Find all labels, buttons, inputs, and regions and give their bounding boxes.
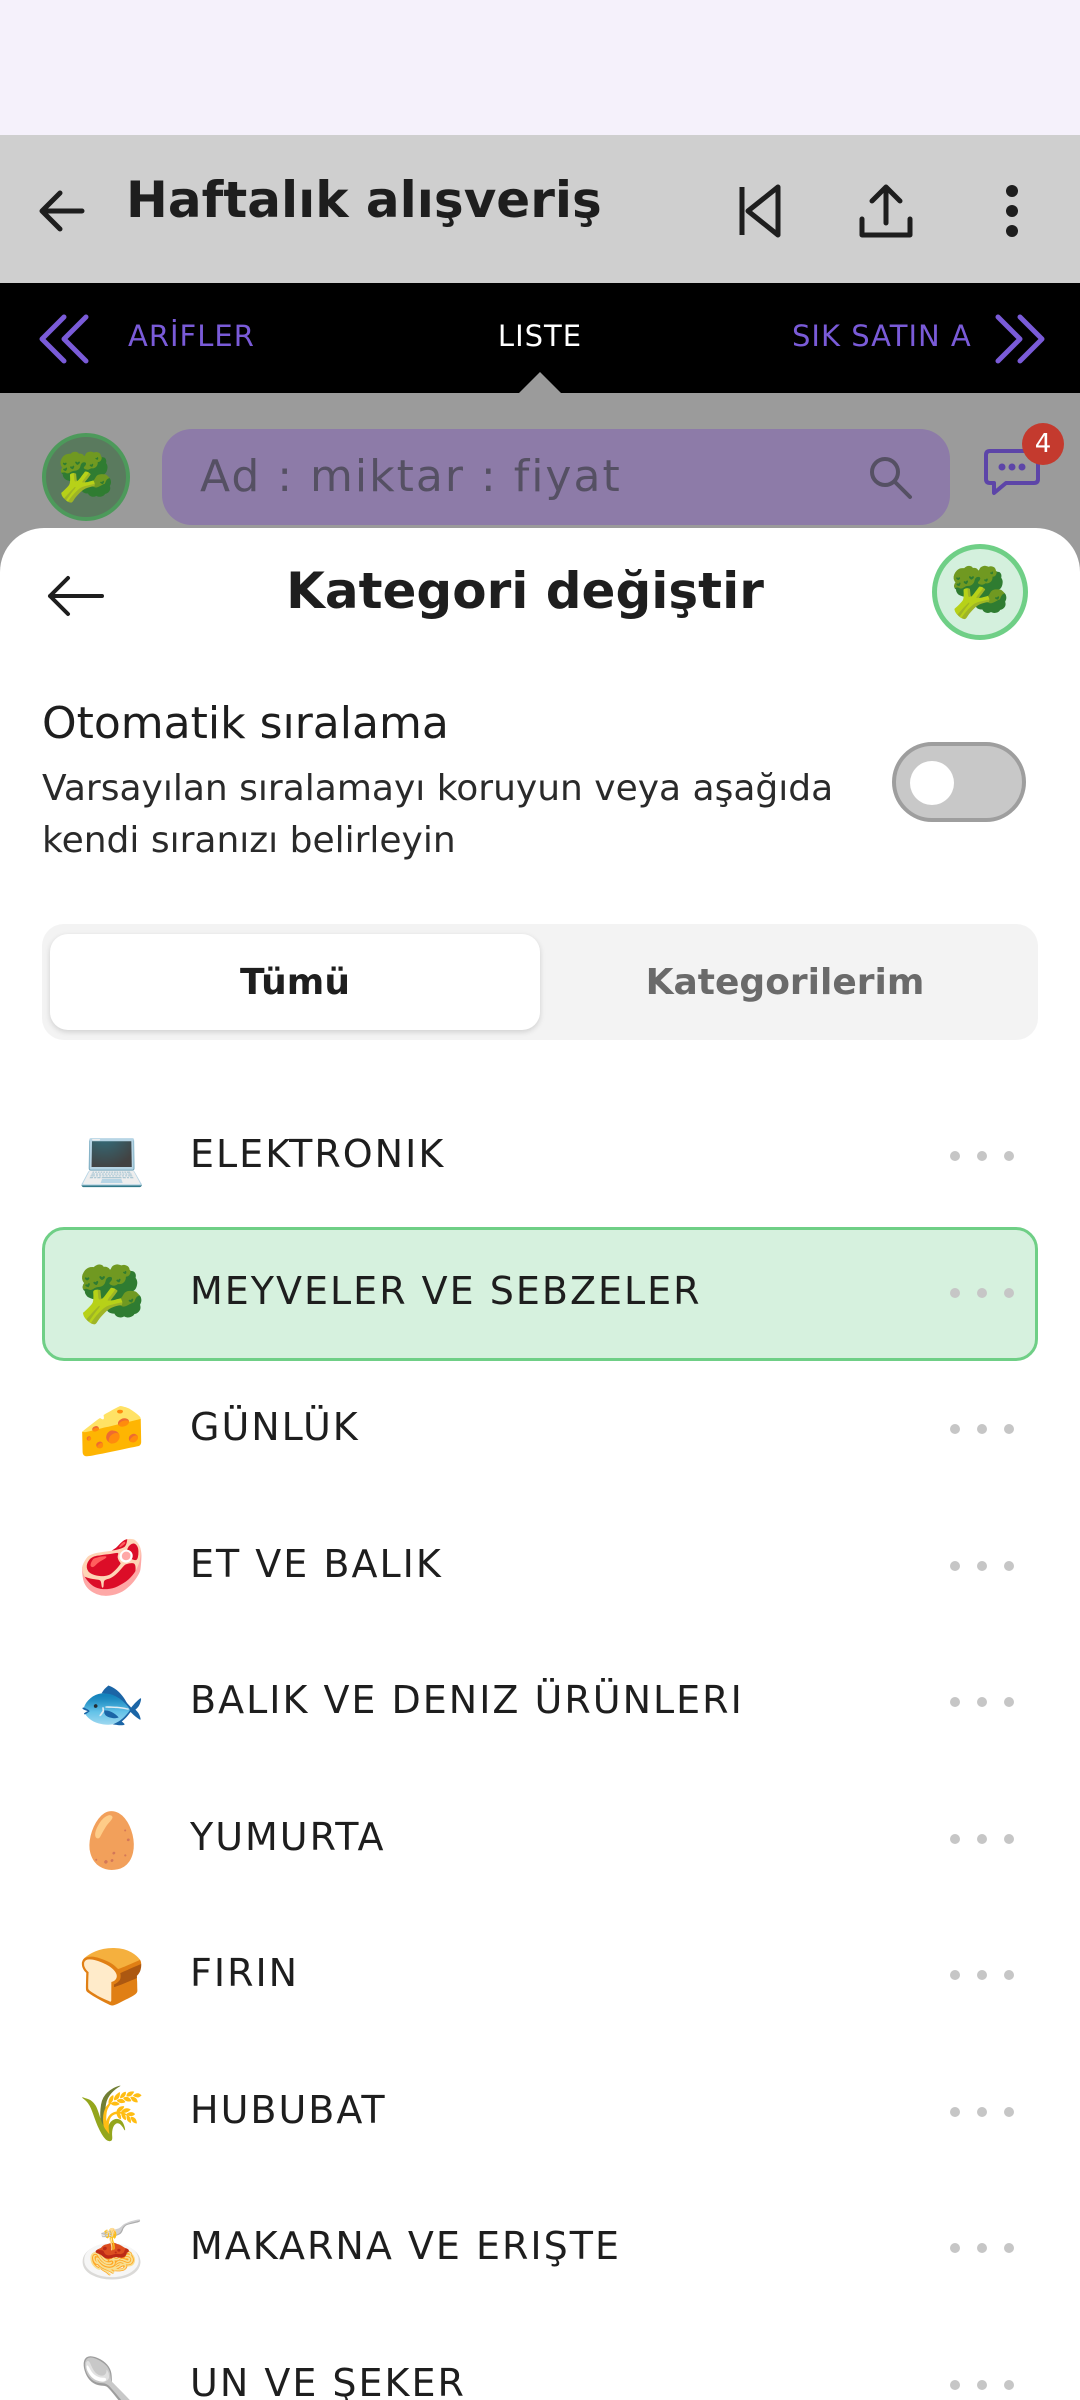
bread-icon: 🍞 — [78, 1945, 146, 2008]
category-label: BALIK VE DENIZ ÜRÜNLERI — [190, 1678, 744, 1722]
laptop-icon: 💻 — [78, 1126, 146, 1189]
chevrons-right-icon[interactable] — [990, 311, 1050, 367]
auto-sort-heading: Otomatik sıralama — [42, 698, 449, 749]
egg-icon: 🥚 — [78, 1808, 146, 1872]
more-horiz-icon[interactable] — [950, 2102, 1014, 2122]
more-vert-icon[interactable] — [972, 171, 1052, 251]
category-row[interactable]: 💻 ELEKTRONIK — [0, 1088, 1080, 1225]
category-row[interactable]: 🍝 MAKARNA VE ERIŞTE — [0, 2180, 1080, 2317]
list-title: Haftalık alışveriş — [126, 171, 602, 229]
cheese-icon: 🧀 — [78, 1399, 146, 1462]
quick-add-input[interactable]: Ad : miktar : fiyat — [162, 429, 950, 525]
grain-icon: 🌾 — [78, 2081, 146, 2145]
more-horiz-icon[interactable] — [950, 1146, 1014, 1166]
segment-my-categories[interactable]: Kategorilerim — [540, 934, 1030, 1030]
more-horiz-icon[interactable] — [950, 2375, 1014, 2395]
more-horiz-icon[interactable] — [950, 1283, 1014, 1303]
selected-category-avatar: 🥦 — [932, 544, 1028, 640]
category-list: 💻 ELEKTRONIK 🥦 MEYVELER VE SEBZELER 🧀 GÜNLÜK 🥩… — [0, 1088, 1080, 2400]
back-arrow-icon[interactable] — [30, 179, 94, 243]
category-label: FIRIN — [190, 1951, 300, 1995]
more-horiz-icon[interactable] — [950, 1829, 1014, 1849]
category-row[interactable]: 🍞 FIRIN — [0, 1907, 1080, 2044]
category-label: UN VE ŞEKER — [190, 2360, 466, 2400]
category-row[interactable]: 🥦 MEYVELER VE SEBZELER — [0, 1225, 1080, 1362]
category-row[interactable]: 🐟 BALIK VE DENIZ ÜRÜNLERI — [0, 1634, 1080, 1771]
category-row[interactable]: 🥄 UN VE ŞEKER — [0, 2317, 1080, 2400]
category-label: MEYVELER VE SEBZELER — [190, 1268, 702, 1313]
category-label: ET VE BALIK — [190, 1541, 443, 1586]
more-horiz-icon[interactable] — [950, 1419, 1014, 1439]
segment-all[interactable]: Tümü — [50, 934, 540, 1030]
auto-sort-section: Otomatik sıralama Varsayılan sıralamayı … — [42, 698, 882, 867]
more-horiz-icon[interactable] — [950, 1692, 1014, 1712]
category-label: MAKARNA VE ERIŞTE — [190, 2224, 621, 2268]
category-avatar[interactable]: 🥦 — [42, 433, 130, 521]
category-label: ELEKTRONIK — [190, 1132, 446, 1176]
share-icon[interactable] — [846, 171, 926, 251]
category-filter-segmented: Tümü Kategorilerim — [42, 924, 1038, 1040]
auto-sort-description: Varsayılan sıralamayı koruyun veya aşağı… — [42, 768, 834, 861]
search-icon[interactable] — [866, 453, 914, 501]
sheet-title: Kategori değiştir — [286, 562, 764, 620]
meat-icon: 🥩 — [78, 1535, 146, 1599]
tab-indicator — [518, 372, 562, 394]
more-horiz-icon[interactable] — [950, 1965, 1014, 1985]
more-horiz-icon[interactable] — [950, 1556, 1014, 1576]
category-row[interactable]: 🥚 YUMURTA — [0, 1771, 1080, 1908]
fish-icon: 🐟 — [78, 1672, 146, 1735]
toggle-knob — [910, 761, 954, 805]
notification-badge: 4 — [1022, 423, 1064, 465]
category-label: YUMURTA — [190, 1814, 386, 1859]
category-label: GÜNLÜK — [190, 1405, 360, 1449]
tab-frequent[interactable]: SIK SATIN A — [792, 319, 972, 353]
auto-sort-toggle[interactable] — [892, 742, 1026, 822]
category-row[interactable]: 🧀 GÜNLÜK — [0, 1361, 1080, 1498]
category-row[interactable]: 🌾 HUBUBAT — [0, 2044, 1080, 2181]
app-bar: Haftalık alışveriş — [0, 135, 1080, 283]
status-bar — [0, 0, 1080, 135]
skip-to-start-icon[interactable] — [720, 171, 800, 251]
change-category-sheet: Kategori değiştir 🥦 Otomatik sıralama Va… — [0, 528, 1080, 2400]
category-label: HUBUBAT — [190, 2087, 387, 2132]
pasta-icon: 🍝 — [78, 2218, 146, 2281]
spoon-icon: 🥄 — [78, 2354, 146, 2400]
quick-add-placeholder: Ad : miktar : fiyat — [200, 451, 622, 502]
more-horiz-icon[interactable] — [950, 2238, 1014, 2258]
broccoli-icon: 🥦 — [78, 1262, 146, 1326]
category-row[interactable]: 🥩 ET VE BALIK — [0, 1498, 1080, 1635]
